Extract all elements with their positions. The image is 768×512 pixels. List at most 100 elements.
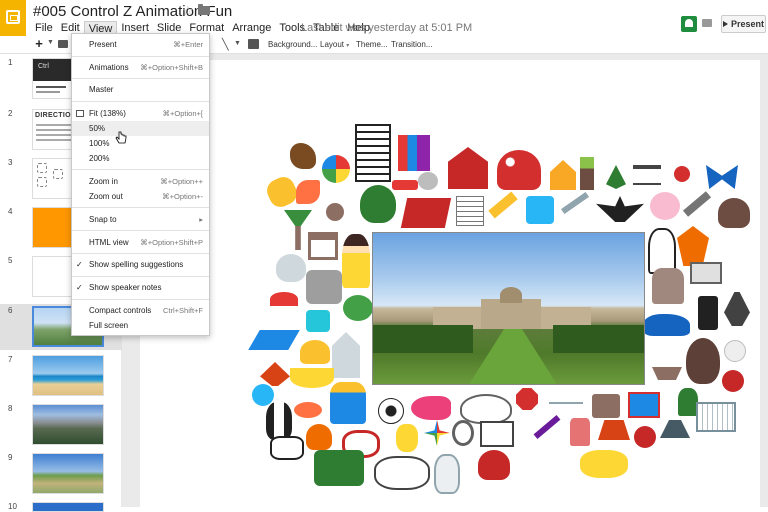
walrus-image[interactable]: [718, 198, 750, 228]
owl-image[interactable]: [686, 338, 720, 384]
city-image[interactable]: [398, 135, 430, 171]
baseball-image[interactable]: [724, 340, 746, 362]
theme-button[interactable]: Theme...: [356, 38, 388, 51]
menu-item-zoom-out[interactable]: Zoom out ⌘+Option+-: [72, 189, 209, 204]
mushroom-house-image[interactable]: [497, 150, 541, 190]
cow-image[interactable]: [270, 436, 304, 460]
slides-logo-icon[interactable]: [0, 0, 26, 36]
menu-item-master[interactable]: Master: [72, 82, 209, 97]
chick-image[interactable]: [396, 424, 418, 452]
suitcase-image[interactable]: [592, 394, 620, 418]
menu-item-html-view[interactable]: HTML view ⌘+Option+Shift+P: [72, 235, 209, 250]
leprechaun-image[interactable]: [678, 388, 698, 416]
ladybug-image[interactable]: [674, 166, 690, 182]
bird-image[interactable]: [326, 203, 344, 221]
bunny-image[interactable]: [434, 454, 460, 494]
menu-item-zoom-in[interactable]: Zoom in ⌘+Option++: [72, 174, 209, 189]
computer-image[interactable]: [480, 421, 514, 447]
shovel-image[interactable]: [580, 157, 594, 190]
tractor-image[interactable]: [314, 450, 364, 486]
comment-icon[interactable]: [702, 19, 712, 27]
menu-item-present[interactable]: Present ⌘+Enter: [72, 37, 209, 52]
pig-image[interactable]: [650, 192, 680, 220]
menu-item-label: Zoom out: [89, 192, 123, 201]
papers-image[interactable]: [456, 196, 484, 226]
ornament-image[interactable]: [634, 426, 656, 448]
slide-thumbnail-9[interactable]: [32, 453, 104, 494]
checkmark-icon: ✓: [76, 283, 83, 292]
soccer-ball-image[interactable]: [378, 398, 404, 424]
princess-image[interactable]: [342, 234, 370, 288]
burger-image[interactable]: [300, 340, 330, 364]
rooster-image[interactable]: [478, 450, 510, 480]
present-button[interactable]: Present: [721, 15, 766, 33]
menu-item-fit[interactable]: Fit (138%) ⌘+Option+[: [72, 106, 209, 121]
fly-image[interactable]: [418, 172, 438, 190]
laptop-image[interactable]: [690, 262, 722, 284]
slide-thumbnail-7[interactable]: [32, 355, 104, 396]
blender-image[interactable]: [570, 418, 590, 446]
rooster-image[interactable]: [306, 424, 332, 450]
desk-image[interactable]: [308, 232, 338, 260]
menu-item-animations[interactable]: Animations ⌘+Option+Shift+B: [72, 60, 209, 75]
background-button[interactable]: Background...: [268, 38, 317, 51]
sheep-image[interactable]: [374, 456, 430, 490]
banana-image[interactable]: [290, 368, 334, 388]
menu-item-zoom-50[interactable]: 50%: [72, 121, 209, 136]
shopping-cart-image[interactable]: [696, 402, 736, 432]
folder-icon[interactable]: [198, 4, 210, 15]
toaster-image[interactable]: [306, 270, 342, 304]
tv-image[interactable]: [306, 310, 330, 332]
chevron-down-icon[interactable]: ▼: [234, 40, 241, 47]
beach-ball-image[interactable]: [322, 155, 350, 183]
castle-photo[interactable]: [372, 232, 645, 385]
new-slide-button[interactable]: +: [32, 37, 46, 51]
menu-item-speaker-notes[interactable]: ✓ Show speaker notes: [72, 280, 209, 295]
chevron-right-icon: ▸: [199, 215, 203, 224]
whale-image[interactable]: [460, 394, 512, 424]
menu-item-spelling-suggestions[interactable]: ✓ Show spelling suggestions: [72, 257, 209, 272]
menu-item-full-screen[interactable]: Full screen: [72, 318, 209, 333]
last-edit-status[interactable]: Last edit was yesterday at 5:01 PM: [301, 21, 472, 35]
chicks-image[interactable]: [580, 450, 628, 478]
comment-box-icon[interactable]: [248, 39, 259, 49]
menu-item-shortcut: ⌘+Option++: [160, 177, 203, 186]
line-icon[interactable]: ╲: [222, 38, 229, 51]
sandals-image[interactable]: [296, 180, 320, 204]
king-image[interactable]: [330, 382, 366, 424]
transition-button[interactable]: Transition...: [391, 38, 433, 51]
menu-file[interactable]: File: [31, 21, 57, 36]
fish-image[interactable]: [411, 396, 451, 420]
menu-item-zoom-200[interactable]: 200%: [72, 151, 209, 166]
gift-image[interactable]: [628, 392, 660, 418]
share-icon[interactable]: [681, 16, 697, 32]
stethoscope-image[interactable]: [452, 420, 474, 446]
menu-item-zoom-100[interactable]: 100%: [72, 136, 209, 151]
menu-arrange[interactable]: Arrange: [228, 21, 275, 36]
slide-thumbnail-8[interactable]: [32, 404, 104, 445]
umbrella-image[interactable]: [270, 292, 298, 306]
menu-item-snap-to[interactable]: Snap to ▸: [72, 212, 209, 227]
phone-image[interactable]: [698, 296, 718, 330]
menu-item-compact-controls[interactable]: Compact controls Ctrl+Shift+F: [72, 303, 209, 318]
horse-image[interactable]: [652, 268, 684, 304]
seagull-image[interactable]: [276, 254, 306, 282]
chevron-down-icon: ▾: [346, 43, 350, 49]
car-image[interactable]: [644, 314, 690, 336]
chevron-down-icon[interactable]: ▼: [47, 39, 54, 46]
building-image[interactable]: [355, 124, 391, 182]
book-image[interactable]: [400, 198, 452, 228]
bench-image[interactable]: [633, 165, 661, 185]
penguin-image[interactable]: [266, 402, 292, 440]
star-icon[interactable]: ☆: [182, 3, 194, 19]
frog-image[interactable]: [343, 295, 373, 321]
slide-thumbnail-10[interactable]: [32, 502, 104, 512]
mug-image[interactable]: [526, 196, 554, 224]
apple-image[interactable]: [722, 370, 744, 392]
key-image[interactable]: [392, 180, 418, 190]
tree-image[interactable]: [360, 185, 396, 223]
slide-number: 5: [8, 256, 13, 265]
print-icon[interactable]: [58, 40, 68, 48]
layout-button[interactable]: Layout ▾: [320, 38, 349, 53]
candy-image[interactable]: [294, 402, 322, 418]
